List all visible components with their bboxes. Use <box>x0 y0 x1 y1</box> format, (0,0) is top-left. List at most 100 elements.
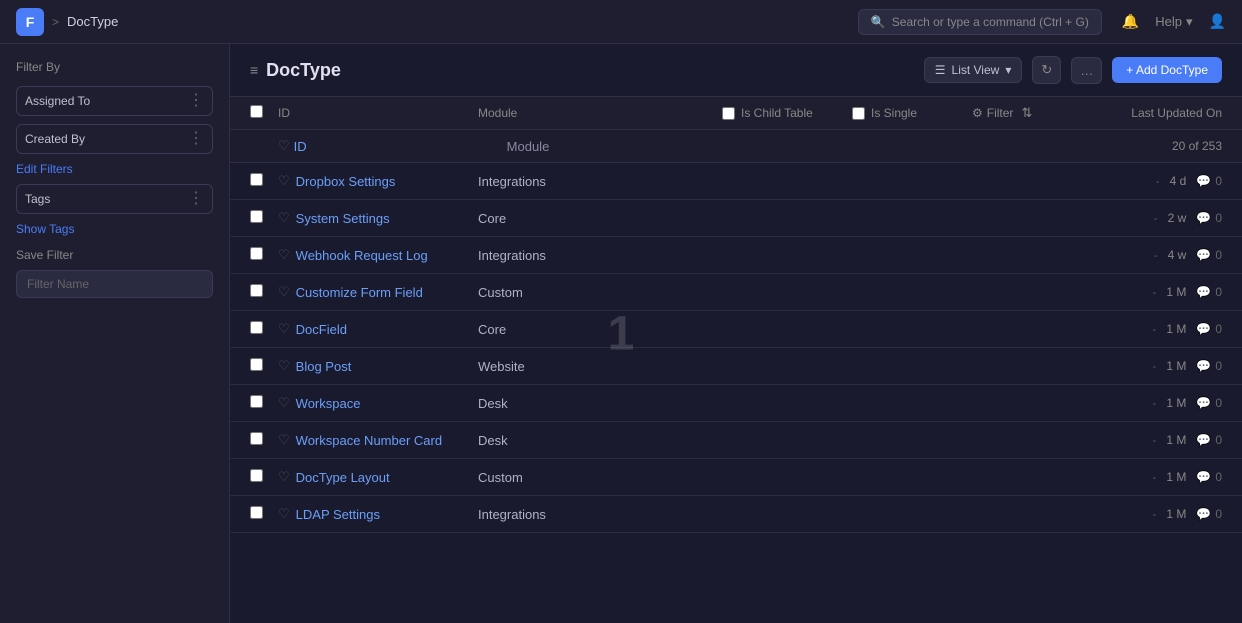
table-row[interactable]: ♡ DocField Core - 1 M 💬 0 <box>230 311 1242 348</box>
row-checkbox-col <box>250 506 278 522</box>
row-checkbox[interactable] <box>250 432 263 445</box>
child-table-checkbox[interactable] <box>722 107 735 120</box>
row-checkbox[interactable] <box>250 247 263 260</box>
breadcrumb-page[interactable]: DocType <box>67 14 118 29</box>
edit-filters-link[interactable]: Edit Filters <box>16 162 213 176</box>
row-module-cell: Integrations <box>478 507 722 522</box>
table-row[interactable]: ♡ DocType Layout Custom - 1 M 💬 0 <box>230 459 1242 496</box>
row-module-cell: Custom <box>478 285 722 300</box>
comment-area[interactable]: 💬 0 <box>1196 322 1222 336</box>
comment-area[interactable]: 💬 0 <box>1196 285 1222 299</box>
comment-area[interactable]: 💬 0 <box>1196 470 1222 484</box>
single-checkbox[interactable] <box>852 107 865 120</box>
row-checkbox[interactable] <box>250 284 263 297</box>
row-last-updated: - 1 M 💬 0 <box>1072 322 1222 336</box>
comment-area[interactable]: 💬 0 <box>1196 433 1222 447</box>
comment-icon: 💬 <box>1196 396 1211 410</box>
page-title-group: ≡ DocType <box>250 60 341 81</box>
comment-area[interactable]: 💬 0 <box>1196 359 1222 373</box>
row-checkbox[interactable] <box>250 358 263 371</box>
row-id-link[interactable]: Workspace Number Card <box>296 433 442 448</box>
search-bar[interactable]: 🔍 Search or type a command (Ctrl + G) <box>858 9 1102 35</box>
table-row[interactable]: ♡ Workspace Desk - 1 M 💬 0 <box>230 385 1242 422</box>
heart-icon[interactable]: ♡ <box>278 469 290 485</box>
table-row[interactable]: ♡ Dropbox Settings Integrations - 4 d 💬 … <box>230 163 1242 200</box>
show-tags-link[interactable]: Show Tags <box>16 222 213 236</box>
filter-toggle-button[interactable]: ⚙ Filter <box>972 106 1013 120</box>
comment-icon: 💬 <box>1196 211 1211 225</box>
comment-area[interactable]: 💬 0 <box>1196 211 1222 225</box>
heart-icon[interactable]: ♡ <box>278 321 290 337</box>
comment-icon: 💬 <box>1196 285 1211 299</box>
table-row[interactable]: ♡ Blog Post Website - 1 M 💬 0 <box>230 348 1242 385</box>
row-id-cell: ♡ DocField <box>278 321 478 337</box>
list-icon: ☰ <box>935 63 946 77</box>
row-checkbox-col <box>250 395 278 411</box>
row-id-link[interactable]: DocType Layout <box>296 470 390 485</box>
table-row[interactable]: ♡ LDAP Settings Integrations - 1 M 💬 0 <box>230 496 1242 533</box>
heart-icon[interactable]: ♡ <box>278 506 290 522</box>
heart-icon[interactable]: ♡ <box>278 432 290 448</box>
row-id-link[interactable]: System Settings <box>296 211 390 226</box>
sort-button[interactable]: ⇅ <box>1021 105 1032 121</box>
select-all-checkbox[interactable] <box>250 105 263 118</box>
comment-area[interactable]: 💬 0 <box>1196 396 1222 410</box>
table-row[interactable]: ♡ Customize Form Field Custom - 1 M 💬 0 <box>230 274 1242 311</box>
row-dash: - <box>1156 174 1160 188</box>
heart-icon[interactable]: ♡ <box>278 247 290 263</box>
row-module-cell: Desk <box>478 396 722 411</box>
user-avatar[interactable]: 👤 <box>1209 13 1226 30</box>
row-checkbox[interactable] <box>250 395 263 408</box>
row-id-link[interactable]: Dropbox Settings <box>296 174 396 189</box>
row-checkbox[interactable] <box>250 469 263 482</box>
refresh-button[interactable]: ↻ <box>1032 56 1061 84</box>
row-dash: - <box>1152 285 1156 299</box>
comment-icon: 💬 <box>1196 470 1211 484</box>
sidebar: Filter By Assigned To ⋮ Created By ⋮ Edi… <box>0 44 230 623</box>
header-checkbox-col <box>250 105 278 121</box>
table-row[interactable]: ♡ System Settings Core - 2 w 💬 0 <box>230 200 1242 237</box>
row-last-updated: - 1 M 💬 0 <box>1072 507 1222 521</box>
row-checkbox[interactable] <box>250 321 263 334</box>
row-id-link[interactable]: Blog Post <box>296 359 352 374</box>
count-label: 20 of 253 <box>1172 139 1222 153</box>
table-row[interactable]: ♡ Webhook Request Log Integrations - 4 w… <box>230 237 1242 274</box>
heart-icon[interactable]: ♡ <box>278 173 290 189</box>
filter-tags[interactable]: Tags ⋮ <box>16 184 213 214</box>
heart-icon[interactable]: ♡ <box>278 210 290 226</box>
heart-icon[interactable]: ♡ <box>278 395 290 411</box>
assigned-to-label: Assigned To <box>25 94 90 108</box>
table-body: ♡ Dropbox Settings Integrations - 4 d 💬 … <box>230 163 1242 533</box>
table-row[interactable]: ♡ Workspace Number Card Desk - 1 M 💬 0 <box>230 422 1242 459</box>
comment-area[interactable]: 💬 0 <box>1196 507 1222 521</box>
row-id-link[interactable]: DocField <box>296 322 347 337</box>
row-checkbox[interactable] <box>250 173 263 186</box>
row-id-link[interactable]: Customize Form Field <box>296 285 423 300</box>
comment-area[interactable]: 💬 0 <box>1196 174 1222 188</box>
row-id-link[interactable]: LDAP Settings <box>296 507 380 522</box>
comment-area[interactable]: 💬 0 <box>1196 248 1222 262</box>
breadcrumb-sep: > <box>52 15 59 29</box>
hamburger-icon[interactable]: ≡ <box>250 62 258 78</box>
heart-icon-id-row[interactable]: ♡ <box>278 138 290 154</box>
filter-name-input[interactable] <box>16 270 213 298</box>
row-id-link[interactable]: Webhook Request Log <box>296 248 428 263</box>
filter-assigned-to[interactable]: Assigned To ⋮ <box>16 86 213 116</box>
help-menu[interactable]: Help ▾ <box>1155 14 1192 30</box>
heart-icon[interactable]: ♡ <box>278 358 290 374</box>
filter-icon: ⚙ <box>972 106 983 120</box>
content-area: ≡ DocType ☰ List View ▾ ↻ … + Add DocTyp… <box>230 44 1242 623</box>
app-logo[interactable]: F <box>16 8 44 36</box>
search-placeholder: Search or type a command (Ctrl + G) <box>892 15 1089 29</box>
add-doctype-button[interactable]: + Add DocType <box>1112 57 1222 83</box>
row-checkbox[interactable] <box>250 210 263 223</box>
filter-created-by[interactable]: Created By ⋮ <box>16 124 213 154</box>
more-options-button[interactable]: … <box>1071 57 1102 84</box>
notification-bell-icon[interactable]: 🔔 <box>1122 13 1139 30</box>
main-layout: Filter By Assigned To ⋮ Created By ⋮ Edi… <box>0 44 1242 623</box>
row-checkbox[interactable] <box>250 506 263 519</box>
view-selector[interactable]: ☰ List View ▾ <box>924 57 1023 83</box>
heart-icon[interactable]: ♡ <box>278 284 290 300</box>
row-time: 1 M <box>1166 396 1186 410</box>
row-id-link[interactable]: Workspace <box>296 396 361 411</box>
